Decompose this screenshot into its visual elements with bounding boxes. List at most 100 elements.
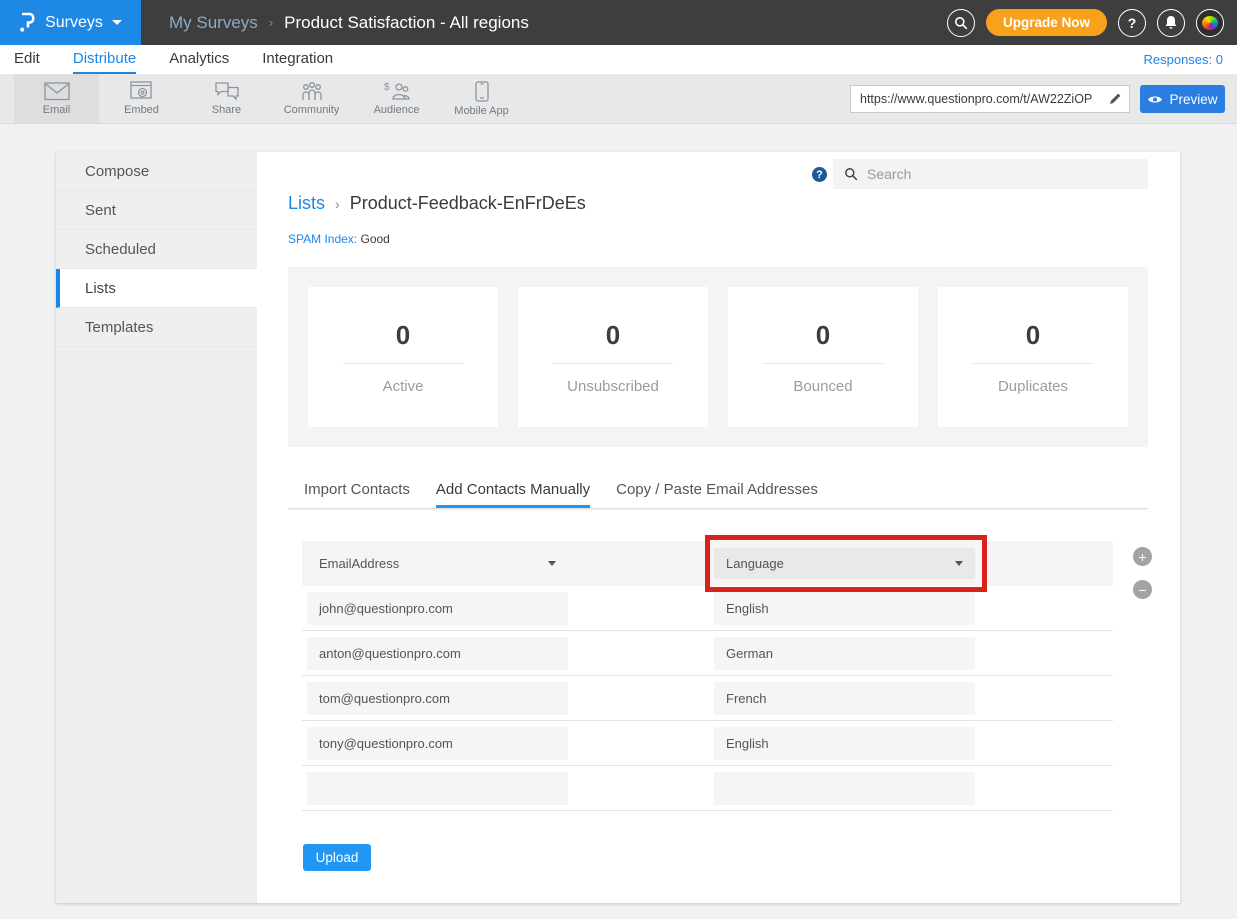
nav-integration[interactable]: Integration: [262, 45, 333, 74]
audience-icon: $: [384, 81, 410, 101]
notifications-button[interactable]: [1157, 9, 1185, 37]
contacts-tabs: Import Contacts Add Contacts Manually Co…: [288, 474, 1148, 509]
language-column-select[interactable]: Language: [714, 548, 975, 579]
lists-main-panel: ? Lists › Product-Feedback-EnFrDeEs SPAM…: [257, 152, 1180, 903]
stat-value: 0: [396, 320, 410, 351]
list-name: Product-Feedback-EnFrDeEs: [350, 193, 586, 214]
contact-row: [302, 586, 1113, 631]
breadcrumb-separator: ›: [269, 15, 273, 30]
survey-nav-items: Edit Distribute Analytics Integration: [0, 45, 1237, 74]
tab-copy-paste-email-addresses[interactable]: Copy / Paste Email Addresses: [616, 474, 818, 508]
email-lists-card: Compose Sent Scheduled Lists Templates ?…: [56, 152, 1180, 903]
stat-label: Bounced: [793, 378, 852, 395]
nav-distribute[interactable]: Distribute: [73, 45, 136, 74]
stat-value: 0: [816, 320, 830, 351]
column-header-row: EmailAddress Language: [302, 541, 1113, 586]
stat-label: Duplicates: [998, 378, 1068, 395]
survey-url-box: [850, 85, 1130, 113]
stat-card-active: 0 Active: [308, 287, 498, 427]
sidebar-item-compose[interactable]: Compose: [56, 152, 257, 191]
embed-icon: [130, 81, 153, 101]
email-sidebar: Compose Sent Scheduled Lists Templates: [56, 152, 257, 903]
channel-mobile-app[interactable]: Mobile App: [439, 74, 524, 123]
email-input[interactable]: [307, 682, 568, 715]
upload-button[interactable]: Upload: [303, 844, 371, 871]
email-column-select[interactable]: EmailAddress: [307, 547, 568, 580]
chevron-down-icon: [548, 561, 556, 566]
language-input[interactable]: [714, 682, 975, 715]
pencil-icon: [1108, 92, 1122, 106]
manual-contacts-table: EmailAddress Language: [302, 541, 1113, 811]
upgrade-now-button[interactable]: Upgrade Now: [986, 9, 1107, 36]
search-icon: [954, 16, 968, 30]
stat-card-duplicates: 0 Duplicates: [938, 287, 1128, 427]
search-input[interactable]: [867, 166, 1137, 182]
language-input[interactable]: [714, 592, 975, 625]
eye-icon: [1147, 94, 1163, 105]
page-title: Product Satisfaction - All regions: [284, 13, 529, 33]
help-button[interactable]: ?: [1118, 9, 1146, 37]
breadcrumb-my-surveys[interactable]: My Surveys: [169, 13, 258, 33]
user-avatar[interactable]: [1196, 9, 1224, 37]
channel-email[interactable]: Email: [14, 74, 99, 123]
language-input[interactable]: [714, 772, 975, 805]
questionpro-logo-icon: [19, 11, 36, 35]
divider: [553, 363, 673, 364]
nav-analytics[interactable]: Analytics: [169, 45, 229, 74]
stat-card-unsubscribed: 0 Unsubscribed: [518, 287, 708, 427]
language-input[interactable]: [714, 637, 975, 670]
stat-card-bounced: 0 Bounced: [728, 287, 918, 427]
breadcrumb-lists-link[interactable]: Lists: [288, 193, 325, 214]
svg-text:$: $: [384, 82, 390, 93]
tab-add-contacts-manually[interactable]: Add Contacts Manually: [436, 474, 590, 508]
list-search-box: [833, 159, 1148, 189]
remove-column-button[interactable]: −: [1133, 580, 1152, 599]
spam-index: SPAM Index: Good: [288, 232, 390, 246]
email-icon: [44, 82, 70, 101]
edit-url-button[interactable]: [1104, 92, 1122, 106]
channel-community[interactable]: Community: [269, 74, 354, 123]
tab-import-contacts[interactable]: Import Contacts: [304, 474, 410, 508]
top-header: Surveys My Surveys › Product Satisfactio…: [0, 0, 1237, 45]
preview-button[interactable]: Preview: [1140, 85, 1225, 113]
language-input[interactable]: [714, 727, 975, 760]
product-switcher[interactable]: Surveys: [0, 0, 141, 45]
channel-embed[interactable]: Embed: [99, 74, 184, 123]
sidebar-item-sent[interactable]: Sent: [56, 191, 257, 230]
share-icon: [214, 81, 240, 101]
channel-audience[interactable]: $ Audience: [354, 74, 439, 123]
sidebar-item-templates[interactable]: Templates: [56, 308, 257, 347]
product-name: Surveys: [45, 14, 103, 32]
search-button[interactable]: [947, 9, 975, 37]
email-input[interactable]: [307, 592, 568, 625]
nav-edit[interactable]: Edit: [14, 45, 40, 74]
channel-share[interactable]: Share: [184, 74, 269, 123]
header-actions: Upgrade Now ?: [947, 0, 1224, 45]
survey-url-input[interactable]: [860, 92, 1104, 106]
sidebar-item-lists[interactable]: Lists: [56, 269, 257, 308]
contact-row: [302, 676, 1113, 721]
email-input[interactable]: [307, 637, 568, 670]
community-icon: [299, 81, 325, 101]
mobile-app-icon: [475, 81, 489, 102]
contact-row: [302, 766, 1113, 811]
chevron-down-icon: [955, 561, 963, 566]
email-input[interactable]: [307, 772, 568, 805]
search-help-icon[interactable]: ?: [812, 167, 827, 182]
list-breadcrumb: Lists › Product-Feedback-EnFrDeEs: [288, 193, 586, 214]
sidebar-item-scheduled[interactable]: Scheduled: [56, 230, 257, 269]
distribute-toolbar: Email Embed Share Community $ Audience: [0, 74, 1237, 124]
stat-label: Unsubscribed: [567, 378, 659, 395]
list-stats-panel: 0 Active 0 Unsubscribed 0 Bounced 0 Dupl…: [288, 267, 1148, 447]
minus-icon: −: [1138, 583, 1146, 597]
survey-nav-bar: Edit Distribute Analytics Integration Re…: [0, 45, 1237, 74]
stat-value: 0: [606, 320, 620, 351]
spam-index-value: Good: [360, 232, 389, 246]
stat-value: 0: [1026, 320, 1040, 351]
divider: [343, 363, 463, 364]
divider: [973, 363, 1093, 364]
email-input[interactable]: [307, 727, 568, 760]
responses-count[interactable]: Responses: 0: [1144, 52, 1224, 67]
add-column-button[interactable]: +: [1133, 547, 1152, 566]
spam-index-label: SPAM Index:: [288, 232, 357, 246]
